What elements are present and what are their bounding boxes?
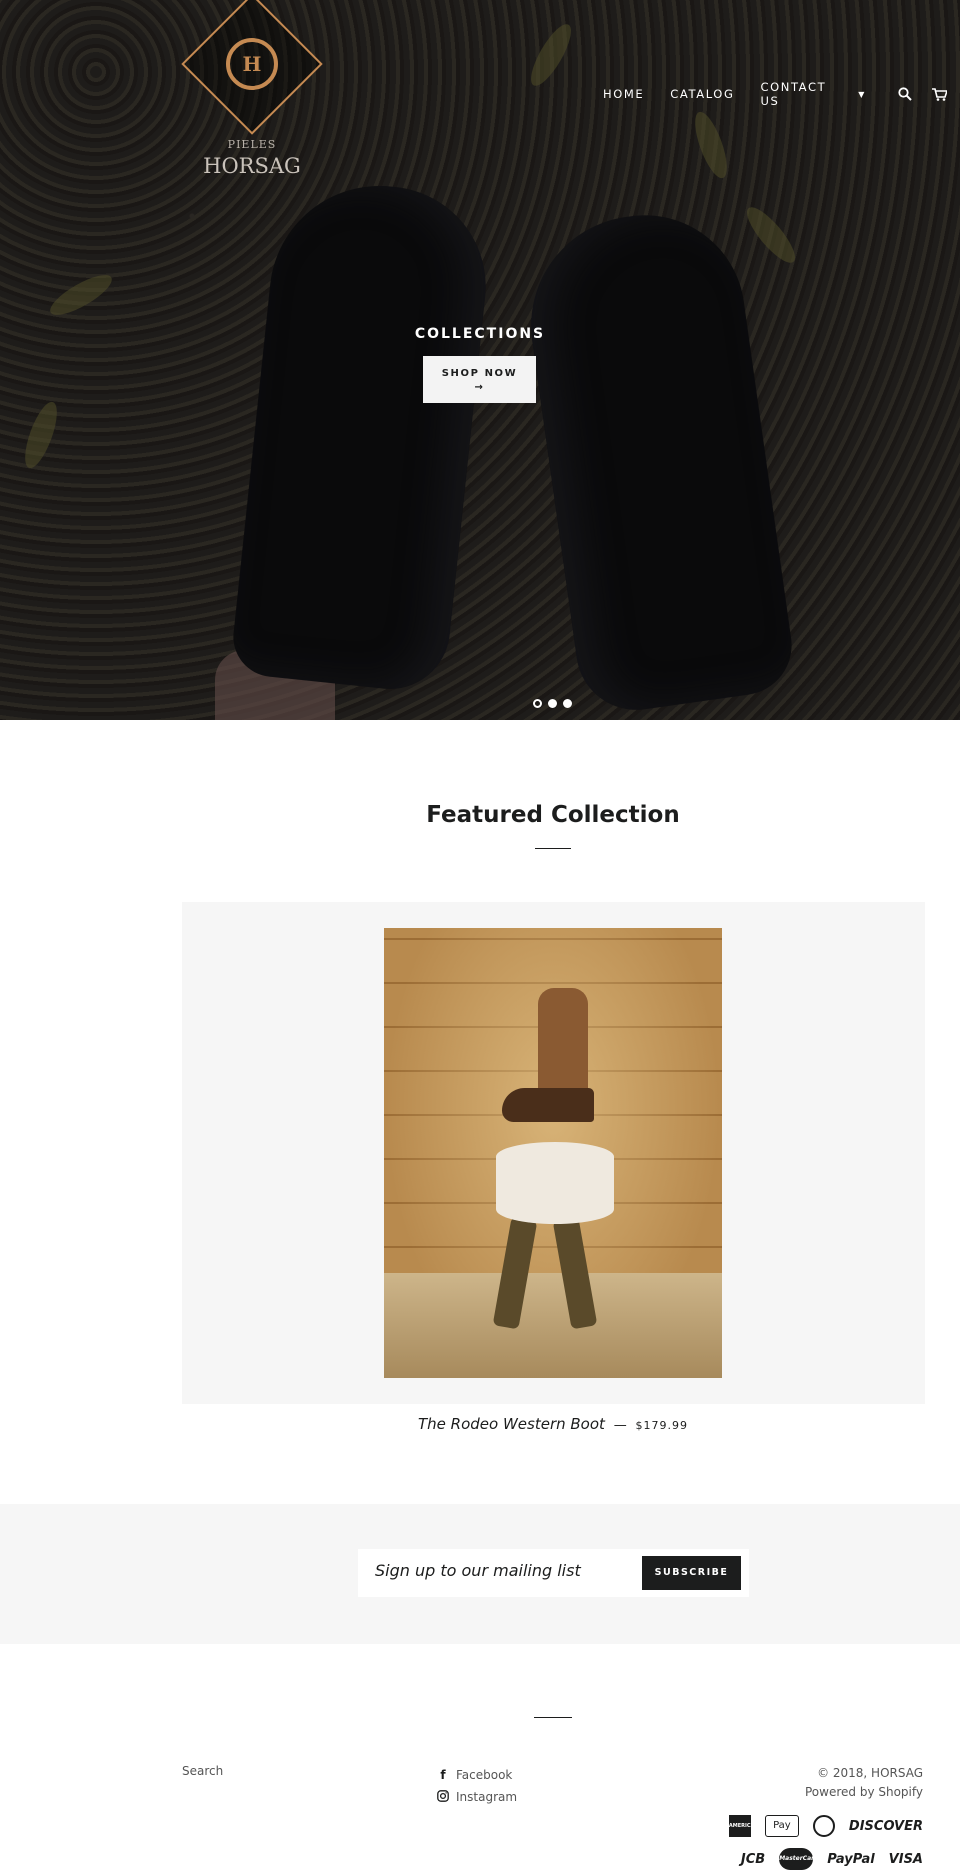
hero-slideshow: H PIELES HORSAG HOME CATALOG CONTACT US … <box>0 0 960 720</box>
hero-title: COLLECTIONS <box>414 326 546 342</box>
arrow-right-icon: → <box>474 382 485 393</box>
subscribe-button[interactable]: SUBSCRIBE <box>642 1556 741 1590</box>
facebook-label: Facebook <box>456 1768 513 1782</box>
payment-icons-row-1: AMERICAN EXPRESS Pay DISCOVER <box>715 1815 923 1851</box>
shop-now-button[interactable]: SHOP NOW → <box>423 356 536 403</box>
cart-icon[interactable] <box>930 85 948 103</box>
product-image-boot-foot <box>502 1088 594 1122</box>
featured-collection-title: Featured Collection <box>426 802 680 828</box>
main-nav: HOME CATALOG CONTACT US ▼ <box>603 80 960 108</box>
nav-contact-us-label: CONTACT US <box>760 80 827 108</box>
amex-icon: AMERICAN EXPRESS <box>728 1815 759 1851</box>
discover-icon: DISCOVER <box>848 1818 923 1834</box>
paypal-icon: PayPal <box>827 1851 875 1867</box>
logo-text-horsag: HORSAG <box>203 154 301 178</box>
instagram-icon <box>436 1789 450 1805</box>
facebook-icon: f <box>440 1768 446 1782</box>
product-title-link[interactable]: The Rodeo Western Boot — $179.99 <box>380 1415 726 1433</box>
newsletter-email-input[interactable]: Sign up to our mailing list <box>375 1561 581 1580</box>
shop-now-label: SHOP NOW <box>441 368 518 379</box>
copyright-text: © 2018, HORSAG <box>817 1766 923 1780</box>
product-title: The Rodeo Western Boot <box>418 1415 605 1433</box>
product-separator: — <box>613 1418 627 1433</box>
footer-divider <box>534 1717 572 1718</box>
section-divider <box>535 848 571 849</box>
payment-icons-row-2: JCB MasterCard PayPal VISA <box>727 1848 923 1870</box>
instagram-link[interactable]: Instagram <box>436 1786 517 1808</box>
social-links: f Facebook Instagram <box>436 1764 517 1808</box>
slide-dot-2[interactable] <box>548 699 557 708</box>
mastercard-icon: MasterCard <box>779 1848 818 1870</box>
powered-by-shopify-link[interactable]: Powered by Shopify <box>805 1785 923 1799</box>
footer-search-link[interactable]: Search <box>182 1764 223 1778</box>
product-image-stool <box>496 1142 614 1224</box>
facebook-link[interactable]: f Facebook <box>436 1764 517 1786</box>
visa-icon: VISA <box>888 1851 923 1867</box>
product-card[interactable] <box>182 902 925 1404</box>
slide-dot-3[interactable] <box>563 699 572 708</box>
slideshow-dots <box>533 699 578 708</box>
site-logo[interactable]: H PIELES HORSAG <box>181 0 323 180</box>
logo-mark: H <box>242 52 262 76</box>
footer-copyright-block: © 2018, HORSAG Powered by Shopify <box>805 1764 923 1802</box>
nav-contact-us[interactable]: CONTACT US ▼ <box>760 80 866 108</box>
newsletter-section: Sign up to our mailing list SUBSCRIBE <box>0 1504 960 1644</box>
nav-home[interactable]: HOME <box>603 87 644 101</box>
jcb-icon: JCB <box>740 1851 766 1867</box>
product-image-floor <box>384 1273 722 1378</box>
nav-catalog[interactable]: CATALOG <box>670 87 734 101</box>
search-icon[interactable] <box>896 85 914 103</box>
instagram-label: Instagram <box>456 1790 518 1804</box>
chevron-down-icon: ▼ <box>858 89 867 99</box>
diners-club-icon <box>812 1815 835 1837</box>
logo-text-pieles: PIELES <box>227 138 277 151</box>
slide-dot-1[interactable] <box>533 699 542 708</box>
apple-pay-icon: Pay <box>764 1815 799 1837</box>
newsletter-form: Sign up to our mailing list SUBSCRIBE <box>358 1549 749 1597</box>
product-image[interactable] <box>384 928 722 1378</box>
product-price: $179.99 <box>635 1419 688 1432</box>
